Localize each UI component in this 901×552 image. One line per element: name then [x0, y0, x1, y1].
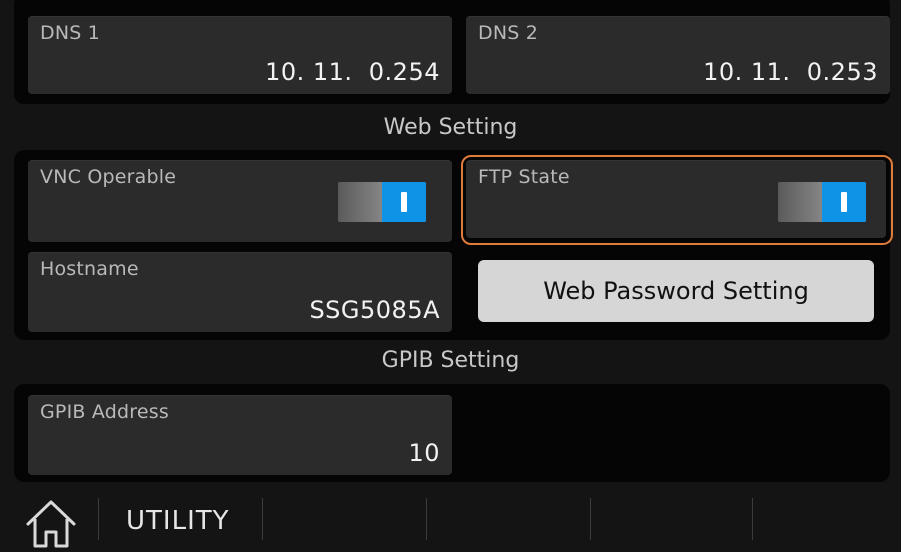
hostname-field[interactable]: Hostname SSG5085A	[28, 252, 452, 332]
bar-separator	[426, 498, 427, 540]
dns1-value: 10. 11. 0.254	[265, 58, 440, 86]
toggle-knob	[822, 182, 866, 222]
dns1-field[interactable]: DNS 1 10. 11. 0.254	[28, 16, 452, 94]
gpib-setting-title: GPIB Setting	[381, 348, 520, 373]
dns2-field[interactable]: DNS 2 10. 11. 0.253	[466, 16, 890, 94]
bar-separator	[262, 498, 263, 540]
utility-tab[interactable]: UTILITY	[126, 506, 230, 536]
web-setting-title: Web Setting	[383, 115, 518, 140]
ftp-state-toggle[interactable]	[778, 182, 866, 222]
dns1-label: DNS 1	[40, 22, 101, 44]
vnc-operable-toggle[interactable]	[338, 182, 426, 222]
dns2-value: 10. 11. 0.253	[703, 58, 878, 86]
ftp-state-field[interactable]: FTP State	[466, 160, 886, 238]
gpib-address-value: 10	[408, 439, 440, 467]
bar-separator	[752, 498, 753, 540]
vnc-operable-field[interactable]: VNC Operable	[28, 160, 452, 242]
home-icon[interactable]	[22, 498, 80, 548]
hostname-label: Hostname	[40, 258, 139, 280]
web-password-setting-button[interactable]: Web Password Setting	[478, 260, 874, 322]
bottom-bar: UTILITY	[0, 488, 901, 548]
bar-separator	[98, 498, 99, 540]
hostname-value: SSG5085A	[309, 296, 440, 324]
toggle-knob	[382, 182, 426, 222]
vnc-operable-label: VNC Operable	[40, 166, 177, 188]
ftp-state-label: FTP State	[478, 166, 570, 188]
dns2-label: DNS 2	[478, 22, 539, 44]
gpib-address-field[interactable]: GPIB Address 10	[28, 395, 452, 475]
bar-separator	[590, 498, 591, 540]
gpib-address-label: GPIB Address	[40, 401, 169, 423]
